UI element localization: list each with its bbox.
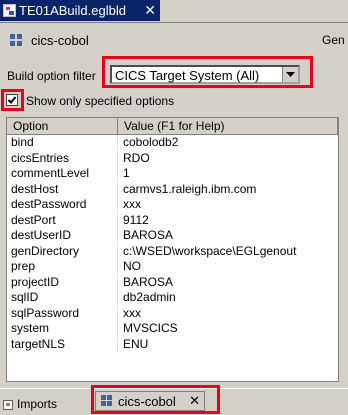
table-row[interactable]: destPort 9112 (7, 212, 338, 229)
option-name-cell[interactable]: genDirectory (7, 243, 118, 259)
column-header-value[interactable]: Value (F1 for Help) (118, 118, 338, 134)
option-value-cell[interactable]: MVSCICS (118, 321, 338, 336)
option-name-cell[interactable]: destPassword (7, 197, 118, 212)
table-row[interactable]: destHost carmvs1.raleigh.ibm.com (7, 181, 338, 198)
part-name: cics-cobol (31, 32, 89, 48)
option-name-cell[interactable]: prep (7, 259, 118, 274)
highlight-box-part-tab (91, 385, 220, 414)
option-name-cell[interactable]: sqlID (7, 290, 118, 305)
table-row[interactable]: targetNLS ENU (7, 336, 338, 353)
table-header: Option Value (F1 for Help) (7, 118, 338, 135)
option-name-cell[interactable]: bind (7, 135, 118, 150)
option-value-cell[interactable]: BAROSA (118, 275, 338, 290)
table-row[interactable]: sqlID db2admin (7, 290, 338, 306)
editor-tab-build-file[interactable]: TE01ABuild.eglbld ✕ (0, 0, 160, 21)
table-row[interactable]: genDirectory c:\WSED\workspace\EGLgenout (7, 243, 338, 260)
option-name-cell[interactable]: system (7, 321, 118, 336)
option-name-cell[interactable]: destUserID (7, 228, 118, 243)
part-header: cics-cobol Gen (0, 23, 348, 57)
show-specified-options-label[interactable]: Show only specified options (26, 94, 174, 108)
build-parts-editor: cics-cobol Gen Build option filter CICS … (0, 23, 348, 386)
option-value-cell[interactable]: 1 (118, 166, 338, 181)
check-icon (7, 96, 17, 104)
option-value-cell[interactable]: carmvs1.raleigh.ibm.com (118, 182, 338, 197)
table-row[interactable]: destUserID BAROSA (7, 228, 338, 244)
build-option-filter-value: CICS Target System (All) (115, 68, 260, 83)
chevron-down-icon[interactable] (282, 67, 298, 82)
option-value-cell[interactable]: xxx (118, 306, 338, 321)
build-part-icon (10, 34, 24, 46)
imports-icon (3, 399, 13, 410)
table-row[interactable]: prep NO (7, 259, 338, 275)
table-row[interactable]: destPassword xxx (7, 197, 338, 213)
editor-tab-bar: TE01ABuild.eglbld ✕ (0, 0, 348, 23)
option-name-cell[interactable]: commentLevel (7, 166, 118, 181)
editor-tab-title: TE01ABuild.eglbld (19, 3, 126, 18)
option-value-cell[interactable]: db2admin (118, 290, 338, 305)
table-row[interactable]: system MVSCICS (7, 321, 338, 337)
option-name-cell[interactable]: cicsEntries (7, 150, 118, 166)
show-specified-options-checkbox[interactable] (6, 94, 18, 106)
table-row[interactable]: bind cobolodb2 (7, 135, 338, 151)
option-value-cell[interactable]: NO (118, 259, 338, 274)
option-name-cell[interactable]: targetNLS (7, 336, 118, 352)
tab-imports[interactable]: Imports (3, 395, 57, 413)
build-option-filter-label: Build option filter (7, 69, 96, 83)
option-value-cell[interactable]: RDO (118, 151, 338, 166)
close-icon[interactable]: ✕ (144, 2, 156, 18)
column-header-option[interactable]: Option (7, 118, 118, 134)
options-table: Option Value (F1 for Help) bind cobolodb2… (6, 117, 339, 382)
option-value-cell[interactable]: c:\WSED\workspace\EGLgenout (118, 244, 338, 259)
option-value-cell[interactable]: xxx (118, 197, 338, 212)
tab-imports-label: Imports (17, 397, 58, 411)
build-option-filter-select[interactable]: CICS Target System (All) (110, 65, 300, 84)
option-name-cell[interactable]: sqlPassword (7, 305, 118, 321)
table-row[interactable]: commentLevel 1 (7, 166, 338, 182)
table-row[interactable]: sqlPassword xxx (7, 305, 338, 322)
build-file-icon (3, 4, 16, 17)
option-name-cell[interactable]: destHost (7, 181, 118, 197)
option-value-cell[interactable]: cobolodb2 (118, 135, 338, 150)
table-row[interactable]: cicsEntries RDO (7, 150, 338, 167)
option-value-cell[interactable]: 9112 (118, 213, 338, 228)
option-value-cell[interactable]: BAROSA (118, 228, 338, 243)
general-section-label: Gen (322, 33, 345, 47)
option-name-cell[interactable]: projectID (7, 274, 118, 290)
option-value-cell[interactable]: ENU (118, 337, 338, 352)
option-name-cell[interactable]: destPort (7, 212, 118, 228)
table-row[interactable]: projectID BAROSA (7, 274, 338, 291)
